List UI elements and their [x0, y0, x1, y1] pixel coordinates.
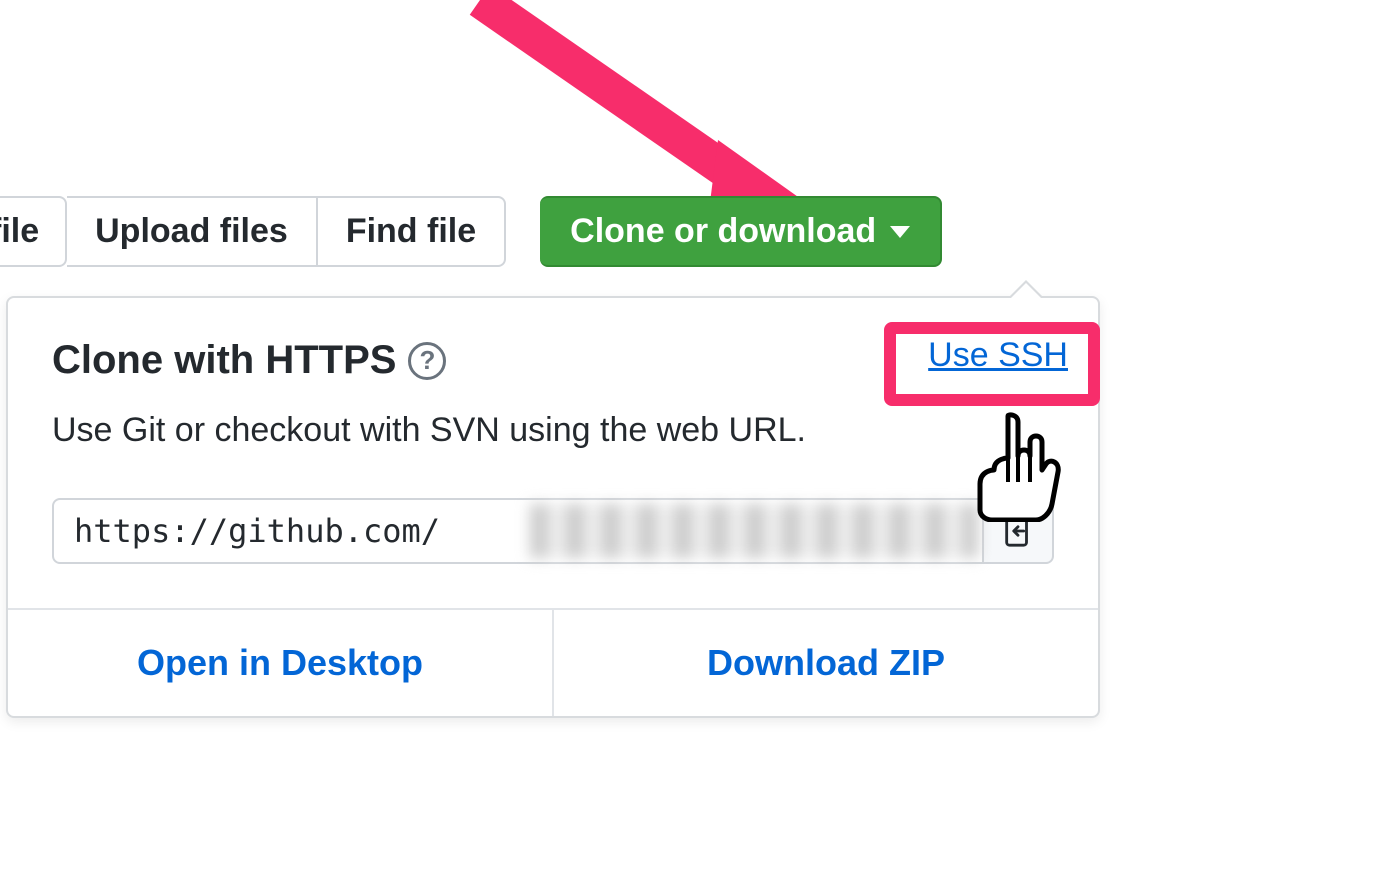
- repo-toolbar: file Upload files Find file Clone or dow…: [0, 196, 942, 267]
- find-file-button[interactable]: Find file: [318, 196, 506, 267]
- new-file-label-partial: file: [0, 212, 39, 250]
- upload-files-label: Upload files: [95, 212, 288, 250]
- clone-url-value: https://github.com/: [74, 512, 440, 550]
- clone-title-text: Clone with HTTPS: [52, 338, 396, 383]
- help-icon[interactable]: ?: [408, 342, 446, 380]
- copy-url-button[interactable]: [984, 498, 1054, 564]
- download-zip-label: Download ZIP: [707, 642, 945, 683]
- clone-url-input[interactable]: https://github.com/: [52, 498, 984, 564]
- caret-down-icon: [890, 226, 910, 238]
- clipboard-icon: [1001, 512, 1035, 550]
- clone-url-row: https://github.com/: [52, 498, 1054, 564]
- clone-title-row: Clone with HTTPS ?: [52, 338, 1054, 383]
- upload-files-button[interactable]: Upload files: [67, 196, 318, 267]
- download-zip-button[interactable]: Download ZIP: [554, 610, 1098, 716]
- use-ssh-link[interactable]: Use SSH: [928, 336, 1068, 375]
- clone-or-download-button[interactable]: Clone or download: [540, 196, 942, 267]
- open-in-desktop-label: Open in Desktop: [137, 642, 423, 683]
- redacted-url-overlay: [530, 504, 978, 558]
- clone-dropdown: Clone with HTTPS ? Use SSH Use Git or ch…: [6, 296, 1100, 718]
- clone-dropdown-footer: Open in Desktop Download ZIP: [8, 608, 1098, 716]
- open-in-desktop-button[interactable]: Open in Desktop: [8, 610, 554, 716]
- new-file-button[interactable]: file: [0, 196, 67, 267]
- find-file-label: Find file: [346, 212, 476, 250]
- clone-description: Use Git or checkout with SVN using the w…: [52, 411, 1054, 450]
- clone-dropdown-header: Clone with HTTPS ? Use SSH Use Git or ch…: [8, 298, 1098, 474]
- clone-or-download-label: Clone or download: [570, 212, 876, 251]
